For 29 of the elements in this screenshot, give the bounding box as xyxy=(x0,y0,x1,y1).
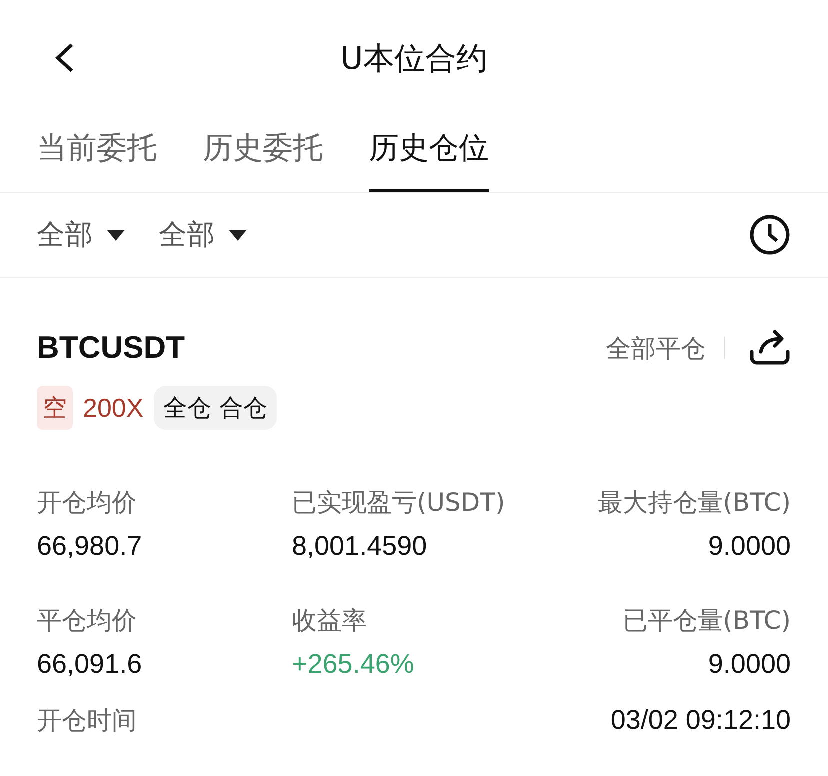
stat-label: 已平仓量(BTC) xyxy=(623,605,791,637)
margin-mode-tag: 全仓 合仓 xyxy=(154,386,278,430)
time-label: 开仓时间 xyxy=(37,705,137,737)
time-value: 03/02 09:12:10 xyxy=(610,705,791,736)
stat-label: 平仓均价 xyxy=(37,605,137,637)
stat-label: 开仓均价 xyxy=(37,487,137,519)
stat-label: 最大持仓量(BTC) xyxy=(598,487,791,519)
filter-dropdown[interactable]: 全部 xyxy=(159,216,215,254)
tab[interactable]: 历史委托 xyxy=(203,118,323,192)
clock-icon[interactable] xyxy=(749,214,791,256)
share-icon[interactable] xyxy=(749,330,791,366)
stat-label: 收益率 xyxy=(292,605,367,637)
stat-value: 66,091.6 xyxy=(37,649,142,680)
page-title: U本位合约 xyxy=(340,40,488,79)
side-tag: 空 xyxy=(37,386,73,430)
tab[interactable]: 当前委托 xyxy=(37,118,157,192)
stat-label: 已实现盈亏(USDT) xyxy=(292,487,506,519)
leverage-text: 200X xyxy=(83,392,144,424)
stat-value: +265.46% xyxy=(292,649,414,680)
stat-value: 66,980.7 xyxy=(37,531,142,562)
close-all-link[interactable]: 全部平仓 xyxy=(606,332,706,364)
symbol-name: BTCUSDT xyxy=(37,330,186,366)
stat-value: 8,001.4590 xyxy=(292,531,428,562)
caret-icon xyxy=(229,230,247,240)
tab[interactable]: 历史仓位 xyxy=(369,118,489,192)
caret-icon xyxy=(107,230,125,240)
filter-dropdown[interactable]: 全部 xyxy=(37,216,93,254)
stat-value: 9.0000 xyxy=(708,649,791,680)
stat-value: 9.0000 xyxy=(708,531,791,562)
